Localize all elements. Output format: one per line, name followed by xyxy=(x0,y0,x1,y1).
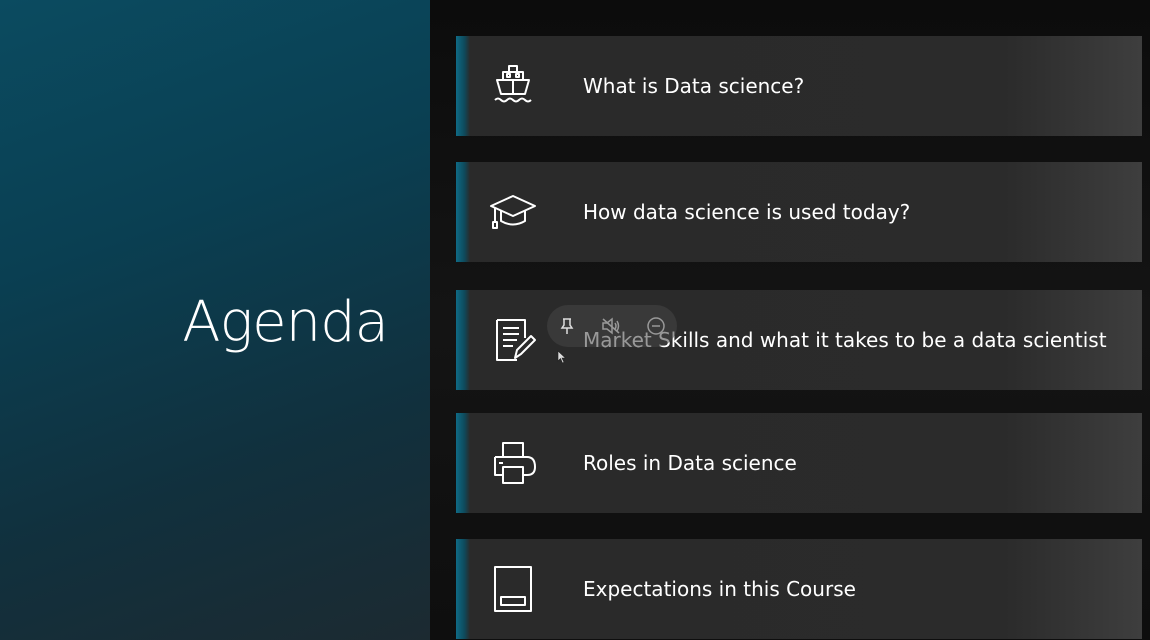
graduation-cap-icon xyxy=(488,189,538,235)
title-panel: Agenda xyxy=(0,0,430,640)
item-accent-bar xyxy=(456,162,470,262)
agenda-item-1: What is Data science? xyxy=(456,36,1142,136)
item-accent-bar xyxy=(456,413,470,513)
item-accent-bar xyxy=(456,539,470,639)
ship-icon xyxy=(488,63,538,109)
panel-icon xyxy=(488,566,538,612)
printer-icon xyxy=(488,440,538,486)
agenda-item-label: Expectations in this Course xyxy=(583,577,856,601)
mouse-cursor-icon xyxy=(557,349,567,364)
zoom-out-icon[interactable] xyxy=(644,314,668,338)
item-accent-bar xyxy=(456,290,470,390)
agenda-item-5: Expectations in this Course xyxy=(456,539,1142,639)
agenda-item-2: How data science is used today? xyxy=(456,162,1142,262)
agenda-item-label: Roles in Data science xyxy=(583,451,797,475)
item-accent-bar xyxy=(456,36,470,136)
checklist-pen-icon xyxy=(488,317,538,363)
mute-icon[interactable] xyxy=(599,314,623,338)
slide-title: Agenda xyxy=(182,290,389,355)
agenda-item-label: How data science is used today? xyxy=(583,200,911,224)
pin-icon[interactable] xyxy=(555,314,579,338)
agenda-item-label: What is Data science? xyxy=(583,74,805,98)
agenda-item-4: Roles in Data science xyxy=(456,413,1142,513)
media-controls-popup xyxy=(547,305,677,347)
